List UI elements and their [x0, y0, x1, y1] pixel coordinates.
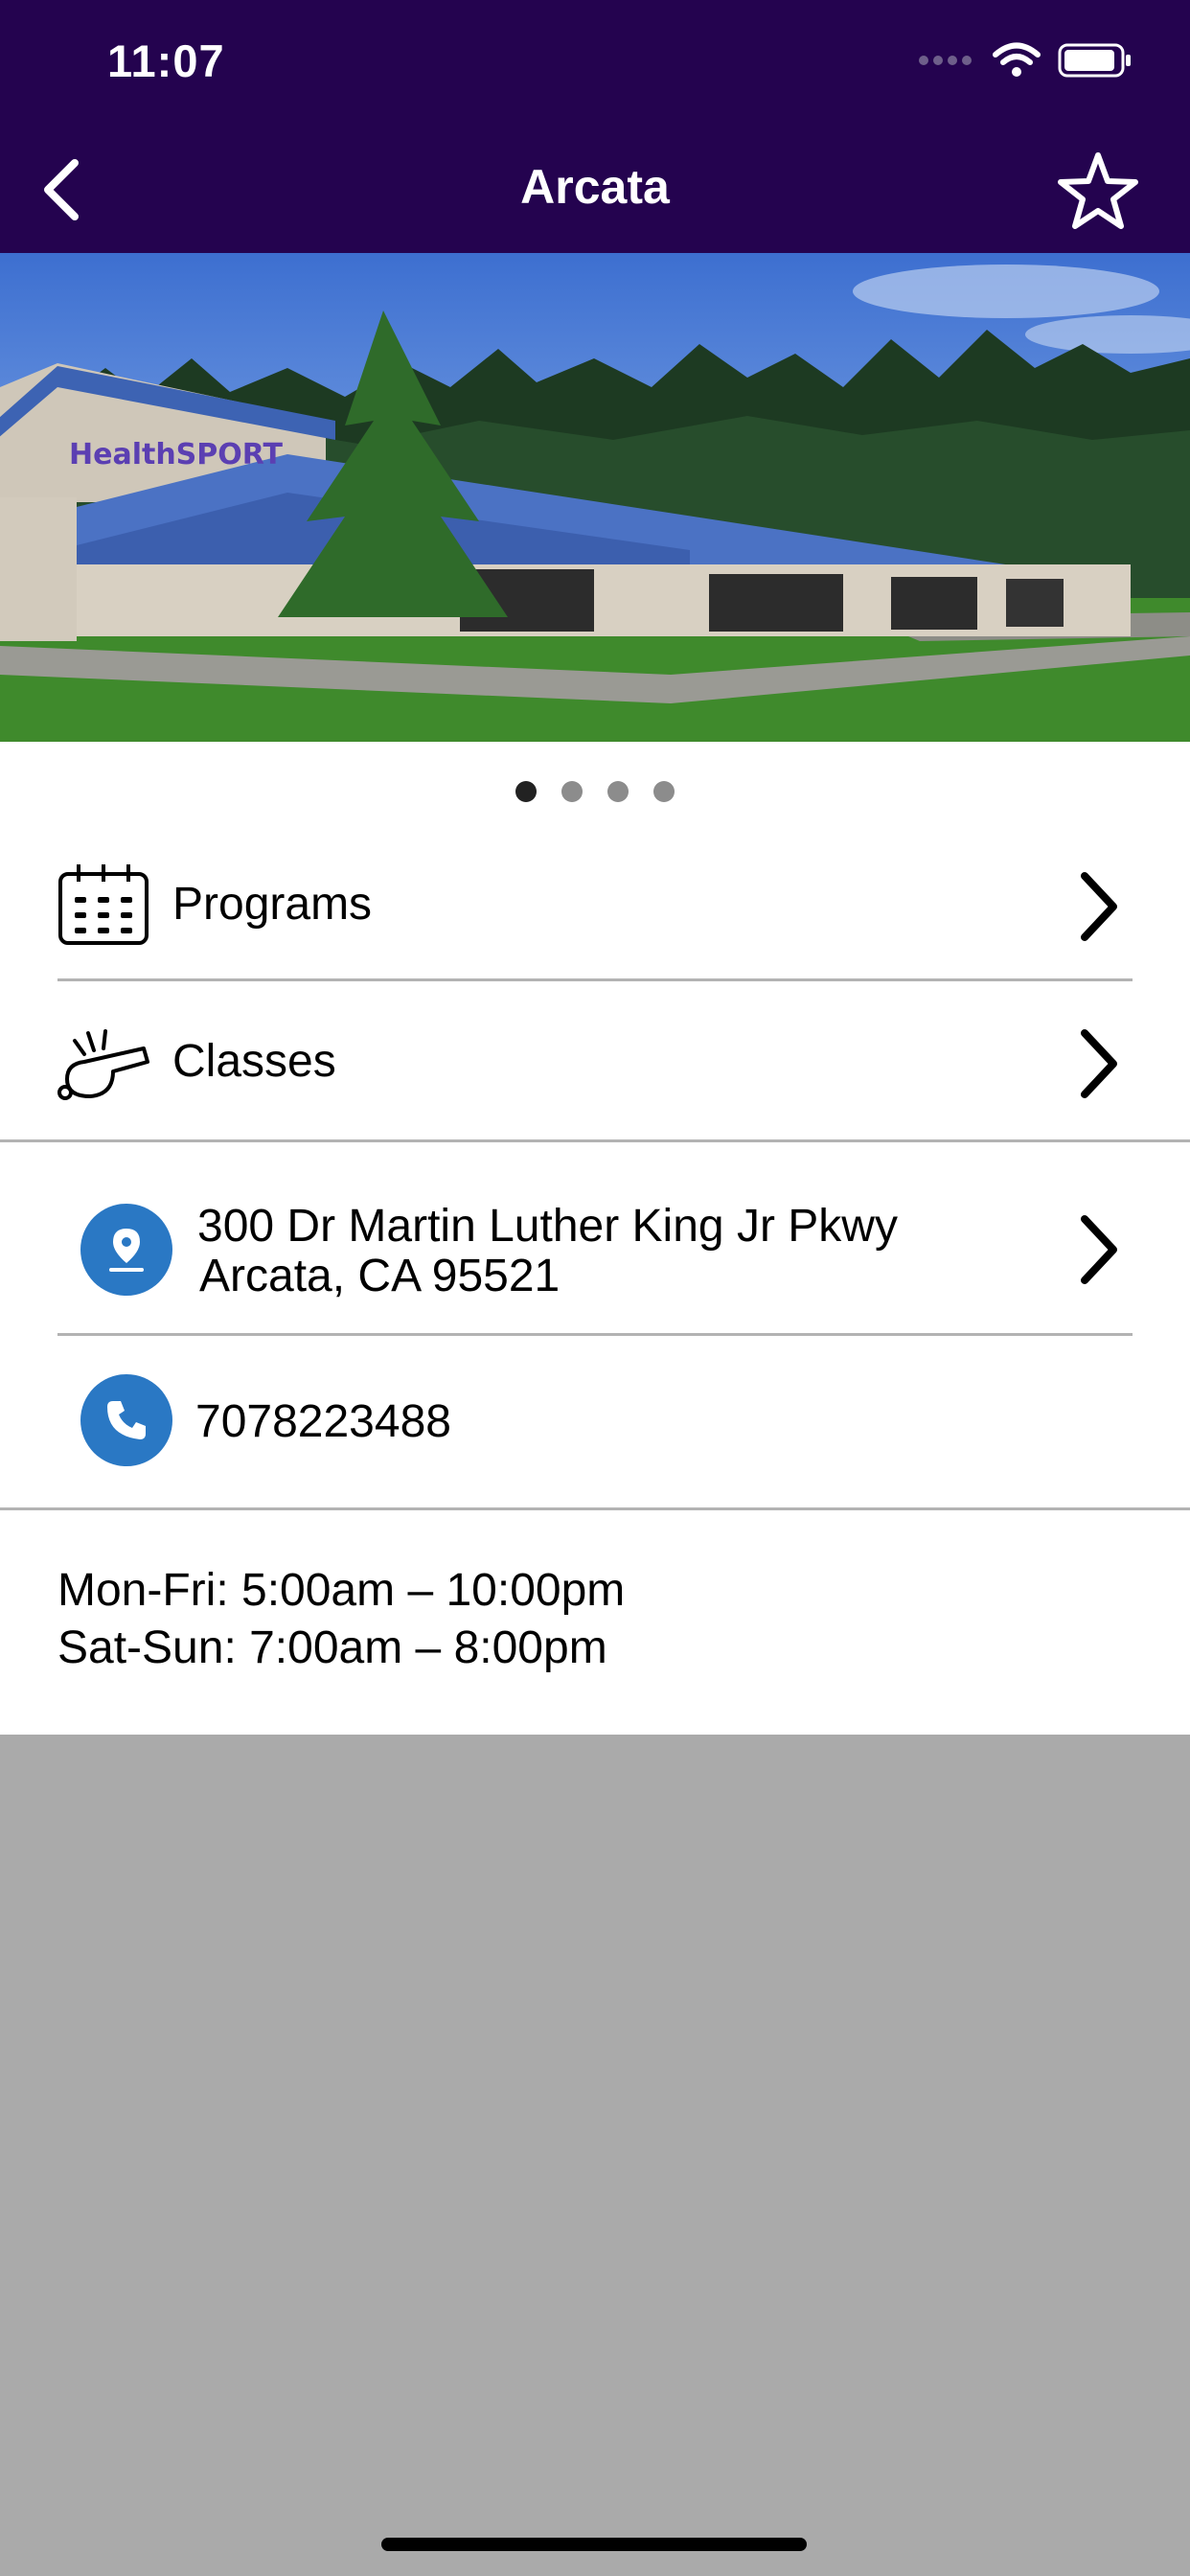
phone-row[interactable]: 7078223488 — [0, 1336, 1190, 1508]
facility-photo[interactable]: HealthSPORT — [0, 253, 1190, 742]
whistle-icon — [57, 1029, 149, 1100]
classes-label: Classes — [172, 1036, 336, 1087]
page-dot-2[interactable] — [561, 781, 583, 802]
phone-number: 7078223488 — [195, 1396, 451, 1447]
location-pin-icon — [80, 1204, 172, 1296]
page-dot-4[interactable] — [653, 781, 675, 802]
hours-weekend: Sat-Sun: 7:00am – 8:00pm — [57, 1622, 607, 1673]
page-dot-1[interactable] — [515, 781, 537, 802]
photo-page-indicator[interactable] — [0, 781, 1190, 802]
hours-weekday: Mon-Fri: 5:00am – 10:00pm — [57, 1565, 626, 1616]
status-icons — [918, 42, 1133, 79]
address-line-2: Arcata, CA 95521 — [199, 1251, 561, 1301]
favorite-star-icon[interactable] — [1056, 150, 1140, 234]
programs-label: Programs — [172, 879, 373, 930]
navigation-bar: Arcata — [0, 126, 1190, 253]
battery-icon — [1058, 43, 1131, 78]
programs-row[interactable]: Programs — [0, 843, 1190, 978]
building-image: HealthSPORT — [0, 253, 1190, 742]
calendar-icon — [58, 864, 149, 945]
status-bar: 11:07 — [0, 0, 1190, 126]
page-title: Arcata — [520, 160, 670, 214]
chevron-right-icon — [1081, 872, 1117, 941]
wifi-icon — [993, 42, 1041, 77]
page-dot-3[interactable] — [607, 781, 629, 802]
chevron-right-icon — [1081, 1029, 1117, 1098]
chevron-right-icon — [1081, 1215, 1117, 1284]
address-row[interactable]: 300 Dr Martin Luther King Jr Pkwy Arcata… — [0, 1142, 1190, 1334]
signal-icon — [919, 56, 972, 65]
phone-icon — [80, 1374, 172, 1466]
status-time: 11:07 — [107, 35, 225, 86]
classes-row[interactable]: Classes — [0, 981, 1190, 1139]
address-line-1: 300 Dr Martin Luther King Jr Pkwy — [197, 1201, 898, 1252]
building-sign-text: HealthSPORT — [69, 438, 284, 472]
divider — [0, 1507, 1190, 1510]
home-indicator[interactable] — [381, 2538, 807, 2551]
